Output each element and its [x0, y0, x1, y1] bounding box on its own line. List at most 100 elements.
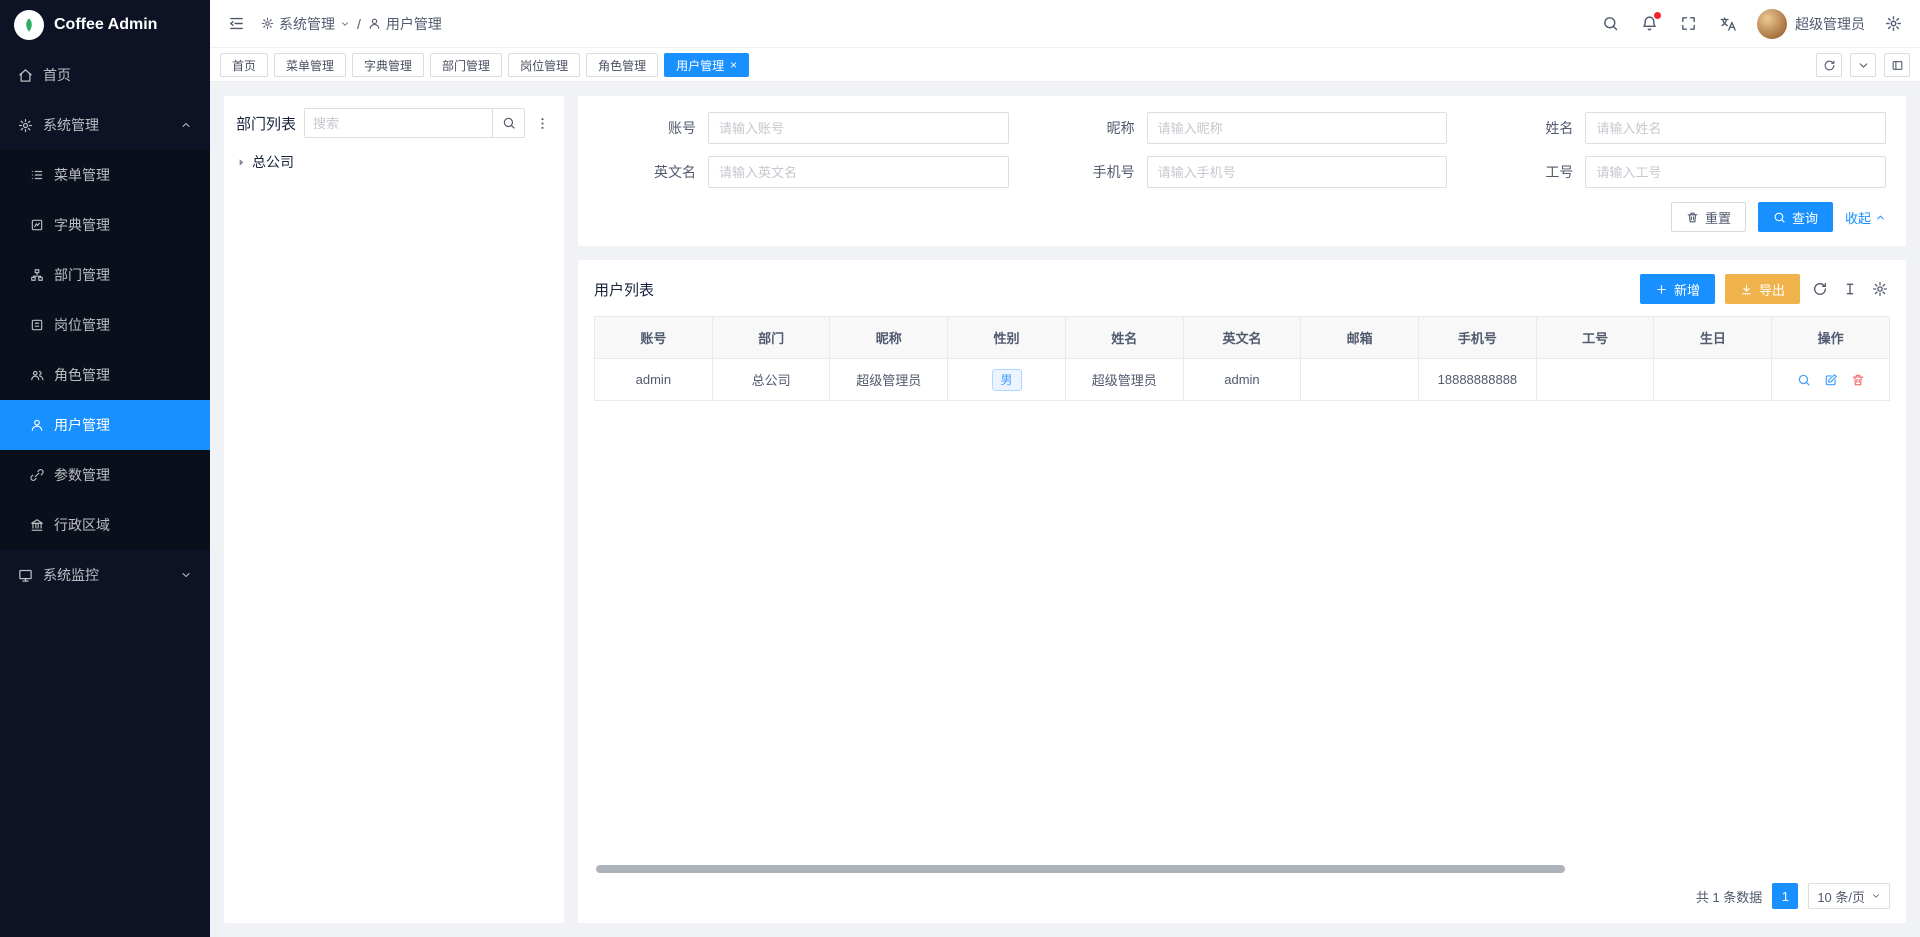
brand-logo[interactable]: Coffee Admin — [0, 0, 210, 50]
tab-menu-mgmt[interactable]: 菜单管理 — [274, 53, 346, 77]
tab-dept-mgmt[interactable]: 部门管理 — [430, 53, 502, 77]
horizontal-scrollbar — [596, 865, 1888, 873]
delete-user-icon[interactable] — [1851, 373, 1865, 387]
refresh-icon[interactable] — [1816, 53, 1842, 77]
breadcrumb-section[interactable]: 系统管理 — [261, 14, 350, 34]
filter-grid: 账号 昵称 姓名 英文名 — [598, 112, 1886, 188]
table-settings-gear-icon[interactable] — [1870, 279, 1890, 299]
query-button[interactable]: 查询 — [1758, 202, 1833, 232]
close-icon[interactable]: × — [730, 59, 737, 71]
user-table: 账号 部门 昵称 性别 姓名 英文名 邮箱 手机号 工号 生日 — [594, 316, 1890, 401]
sidebar-item-post-mgmt[interactable]: 岗位管理 — [0, 300, 210, 350]
cell-nickname: 超级管理员 — [830, 359, 948, 401]
translate-icon[interactable] — [1717, 13, 1739, 35]
department-search-input[interactable] — [305, 109, 492, 137]
sidebar-submenu-system: 菜单管理 字典管理 部门管理 — [0, 150, 210, 550]
reset-label: 重置 — [1705, 208, 1731, 227]
add-label: 新增 — [1674, 280, 1700, 299]
field-label: 工号 — [1475, 162, 1585, 182]
page-size-select[interactable]: 10 条/页 — [1808, 883, 1890, 909]
view-user-icon[interactable] — [1797, 373, 1811, 387]
user-menu[interactable]: 超级管理员 — [1757, 9, 1865, 39]
edit-user-icon[interactable] — [1824, 373, 1838, 387]
notification-badge — [1654, 12, 1661, 19]
tab-label: 字典管理 — [364, 57, 412, 74]
export-button[interactable]: 导出 — [1725, 274, 1800, 304]
col-name: 姓名 — [1065, 317, 1183, 359]
cell-phone: 18888888888 — [1419, 359, 1537, 401]
sidebar-collapse-icon[interactable] — [226, 13, 247, 34]
home-icon — [18, 68, 33, 83]
name-input[interactable] — [1585, 112, 1886, 144]
tab-user-mgmt[interactable]: 用户管理 × — [664, 53, 749, 77]
page-number-button[interactable]: 1 — [1772, 883, 1798, 909]
sidebar-item-label: 系统管理 — [43, 115, 99, 135]
caret-right-icon[interactable] — [236, 157, 247, 168]
sidebar-item-label: 用户管理 — [54, 415, 110, 435]
col-birthday: 生日 — [1654, 317, 1772, 359]
user-list-title: 用户列表 — [594, 279, 654, 300]
user-list-header: 用户列表 新增 — [594, 274, 1890, 304]
field-label: 英文名 — [598, 162, 708, 182]
nickname-input[interactable] — [1147, 112, 1448, 144]
settings-gear-icon[interactable] — [1883, 13, 1904, 34]
job-no-input[interactable] — [1585, 156, 1886, 188]
page-size-value: 10 条/页 — [1817, 887, 1865, 906]
tab-actions-chevron-down-icon[interactable] — [1850, 53, 1876, 77]
cell-job-no — [1536, 359, 1654, 401]
sidebar-item-role-mgmt[interactable]: 角色管理 — [0, 350, 210, 400]
sidebar-item-label: 部门管理 — [54, 265, 110, 285]
search-icon[interactable] — [1600, 13, 1621, 34]
sidebar-item-system[interactable]: 系统管理 — [0, 100, 210, 150]
notification-bell-icon[interactable] — [1639, 13, 1660, 34]
sidebar-item-region-mgmt[interactable]: 行政区域 — [0, 500, 210, 550]
tab-post-mgmt[interactable]: 岗位管理 — [508, 53, 580, 77]
cell-account: admin — [595, 359, 713, 401]
breadcrumb-section-label: 系统管理 — [279, 14, 335, 34]
collapse-filter-link[interactable]: 收起 — [1845, 208, 1886, 227]
department-search-button[interactable] — [492, 109, 524, 137]
account-input[interactable] — [708, 112, 1009, 144]
layout-icon[interactable] — [1884, 53, 1910, 77]
breadcrumb-page: 用户管理 — [368, 14, 442, 34]
tab-home[interactable]: 首页 — [220, 53, 268, 77]
more-options-icon[interactable] — [533, 114, 552, 133]
department-panel: 部门列表 — [224, 96, 564, 923]
refresh-icon[interactable] — [1810, 279, 1830, 299]
sidebar-item-param-mgmt[interactable]: 参数管理 — [0, 450, 210, 500]
sidebar-item-label: 系统监控 — [43, 565, 99, 585]
search-icon — [1773, 211, 1786, 224]
scrollbar-thumb[interactable] — [596, 865, 1565, 873]
chevron-up-icon — [1875, 212, 1886, 223]
phone-input[interactable] — [1147, 156, 1448, 188]
content: 部门列表 — [210, 82, 1920, 937]
add-user-button[interactable]: 新增 — [1640, 274, 1715, 304]
filter-field-phone: 手机号 — [1037, 156, 1448, 188]
sidebar-item-menu-mgmt[interactable]: 菜单管理 — [0, 150, 210, 200]
app-root: Coffee Admin 首页 系统管理 — [0, 0, 1920, 937]
tree-node-root[interactable]: 总公司 — [236, 150, 552, 174]
brand-name: Coffee Admin — [54, 16, 157, 34]
sidebar-item-dict-mgmt[interactable]: 字典管理 — [0, 200, 210, 250]
table-row: admin 总公司 超级管理员 男 超级管理员 admin 1888888888… — [595, 359, 1890, 401]
column-settings-icon[interactable] — [1840, 279, 1860, 299]
leaf-logo-icon — [14, 10, 44, 40]
breadcrumb: 系统管理 / 用户管理 — [261, 14, 442, 34]
user-icon — [368, 17, 381, 30]
sidebar-item-label: 首页 — [43, 65, 71, 85]
english-name-input[interactable] — [708, 156, 1009, 188]
work-area: 账号 昵称 姓名 英文名 — [578, 96, 1906, 923]
sidebar-item-home[interactable]: 首页 — [0, 50, 210, 100]
search-icon — [502, 116, 516, 130]
filter-actions: 重置 查询 收起 — [598, 202, 1886, 232]
reset-button[interactable]: 重置 — [1671, 202, 1746, 232]
tab-dict-mgmt[interactable]: 字典管理 — [352, 53, 424, 77]
tab-role-mgmt[interactable]: 角色管理 — [586, 53, 658, 77]
user-icon — [30, 418, 44, 432]
fullscreen-icon[interactable] — [1678, 13, 1699, 34]
sidebar-item-dept-mgmt[interactable]: 部门管理 — [0, 250, 210, 300]
dictionary-icon — [30, 218, 44, 232]
sidebar-item-monitor[interactable]: 系统监控 — [0, 550, 210, 600]
sidebar-item-user-mgmt[interactable]: 用户管理 — [0, 400, 210, 450]
user-list-card: 用户列表 新增 — [578, 260, 1906, 923]
